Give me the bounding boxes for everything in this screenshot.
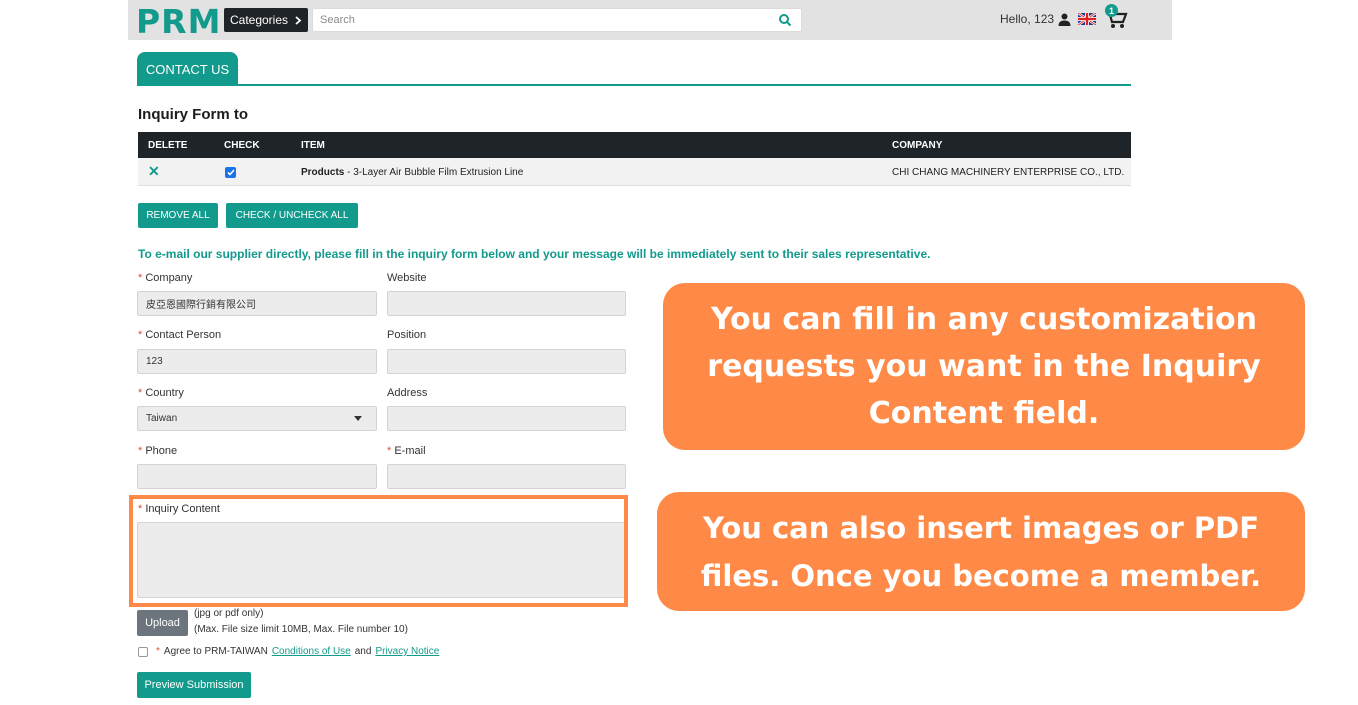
- user-greeting[interactable]: Hello, 123: [1000, 12, 1071, 26]
- column-header-check: CHECK: [224, 140, 260, 151]
- inquiry-highlight-box: [129, 495, 628, 607]
- country-label: * Country: [138, 387, 184, 399]
- categories-button[interactable]: Categories: [224, 8, 308, 32]
- checkmark-icon: [226, 169, 235, 176]
- agree-checkbox[interactable]: [138, 646, 148, 657]
- search-box: [312, 8, 802, 32]
- preview-submission-button[interactable]: Preview Submission: [137, 672, 251, 698]
- column-header-item: ITEM: [301, 140, 325, 151]
- categories-label: Categories: [229, 13, 289, 27]
- company-cell: CHI CHANG MACHINERY ENTERPRISE CO., LTD.: [892, 167, 1125, 178]
- top-nav-bar: PRM Categories Hello, 123 1: [128, 0, 1172, 41]
- agree-prefix: Agree to PRM-TAIWAN: [163, 646, 268, 657]
- position-field[interactable]: [387, 349, 626, 374]
- callout-insert-files: You can also insert images or PDF files.…: [657, 492, 1305, 611]
- privacy-notice-link[interactable]: Privacy Notice: [375, 646, 439, 657]
- website-field[interactable]: [387, 291, 626, 316]
- remove-all-button[interactable]: REMOVE ALL: [138, 203, 218, 228]
- phone-field[interactable]: [137, 464, 377, 489]
- item-category: Products: [301, 167, 345, 178]
- uk-flag-icon[interactable]: [1078, 13, 1096, 25]
- item-cell: Products - 3-Layer Air Bubble Film Extru…: [301, 167, 523, 178]
- address-label: Address: [387, 387, 428, 399]
- upload-limit-note: (Max. File size limit 10MB, Max. File nu…: [194, 624, 408, 635]
- dropdown-caret-icon: [354, 416, 362, 421]
- column-header-company: COMPANY: [892, 140, 943, 151]
- required-mark: *: [156, 646, 160, 657]
- country-value: Taiwan: [146, 413, 178, 424]
- phone-label: * Phone: [138, 445, 178, 457]
- website-label: Website: [387, 272, 427, 284]
- greeting-text: Hello, 123: [1000, 12, 1055, 26]
- contact-person-label: * Contact Person: [138, 329, 222, 341]
- company-field[interactable]: 皮亞恩國際行銷有限公司: [137, 291, 377, 316]
- email-label: * E-mail: [387, 445, 426, 457]
- email-field[interactable]: [387, 464, 626, 489]
- tab-contact-us[interactable]: CONTACT US: [137, 52, 238, 86]
- delete-icon[interactable]: ✕: [148, 163, 160, 180]
- table-row: ✕ Products - 3-Layer Air Bubble Film Ext…: [138, 158, 1131, 186]
- address-field[interactable]: [387, 406, 626, 431]
- intro-text: To e-mail our supplier directly, please …: [138, 247, 931, 261]
- upload-type-note: (jpg or pdf only): [194, 608, 264, 619]
- tab-underline: [137, 84, 1131, 86]
- position-label: Position: [387, 329, 427, 341]
- upload-button[interactable]: Upload: [137, 610, 188, 636]
- page-title: Inquiry Form to: [138, 106, 248, 123]
- contact-person-field[interactable]: 123: [137, 349, 377, 374]
- callout-inquiry-content: You can fill in any customization reques…: [663, 283, 1305, 450]
- conditions-of-use-link[interactable]: Conditions of Use: [272, 646, 351, 657]
- search-input[interactable]: [313, 9, 753, 31]
- agree-and: and: [354, 646, 372, 657]
- company-label: * Company: [138, 272, 193, 284]
- agree-row: * Agree to PRM-TAIWAN Conditions of Use …: [138, 646, 439, 657]
- user-icon: [1058, 13, 1071, 26]
- column-header-delete: DELETE: [148, 140, 188, 151]
- prm-logo[interactable]: PRM: [136, 2, 221, 41]
- table-header: DELETE CHECK ITEM COMPANY: [138, 132, 1131, 158]
- country-select[interactable]: Taiwan: [137, 406, 377, 431]
- item-name: - 3-Layer Air Bubble Film Extrusion Line: [344, 167, 524, 178]
- cart-count-badge: 1: [1105, 4, 1118, 17]
- row-checkbox[interactable]: [225, 167, 236, 178]
- chevron-right-icon: [295, 15, 302, 25]
- check-uncheck-all-button[interactable]: CHECK / UNCHECK ALL: [226, 203, 358, 228]
- search-icon[interactable]: [778, 13, 792, 27]
